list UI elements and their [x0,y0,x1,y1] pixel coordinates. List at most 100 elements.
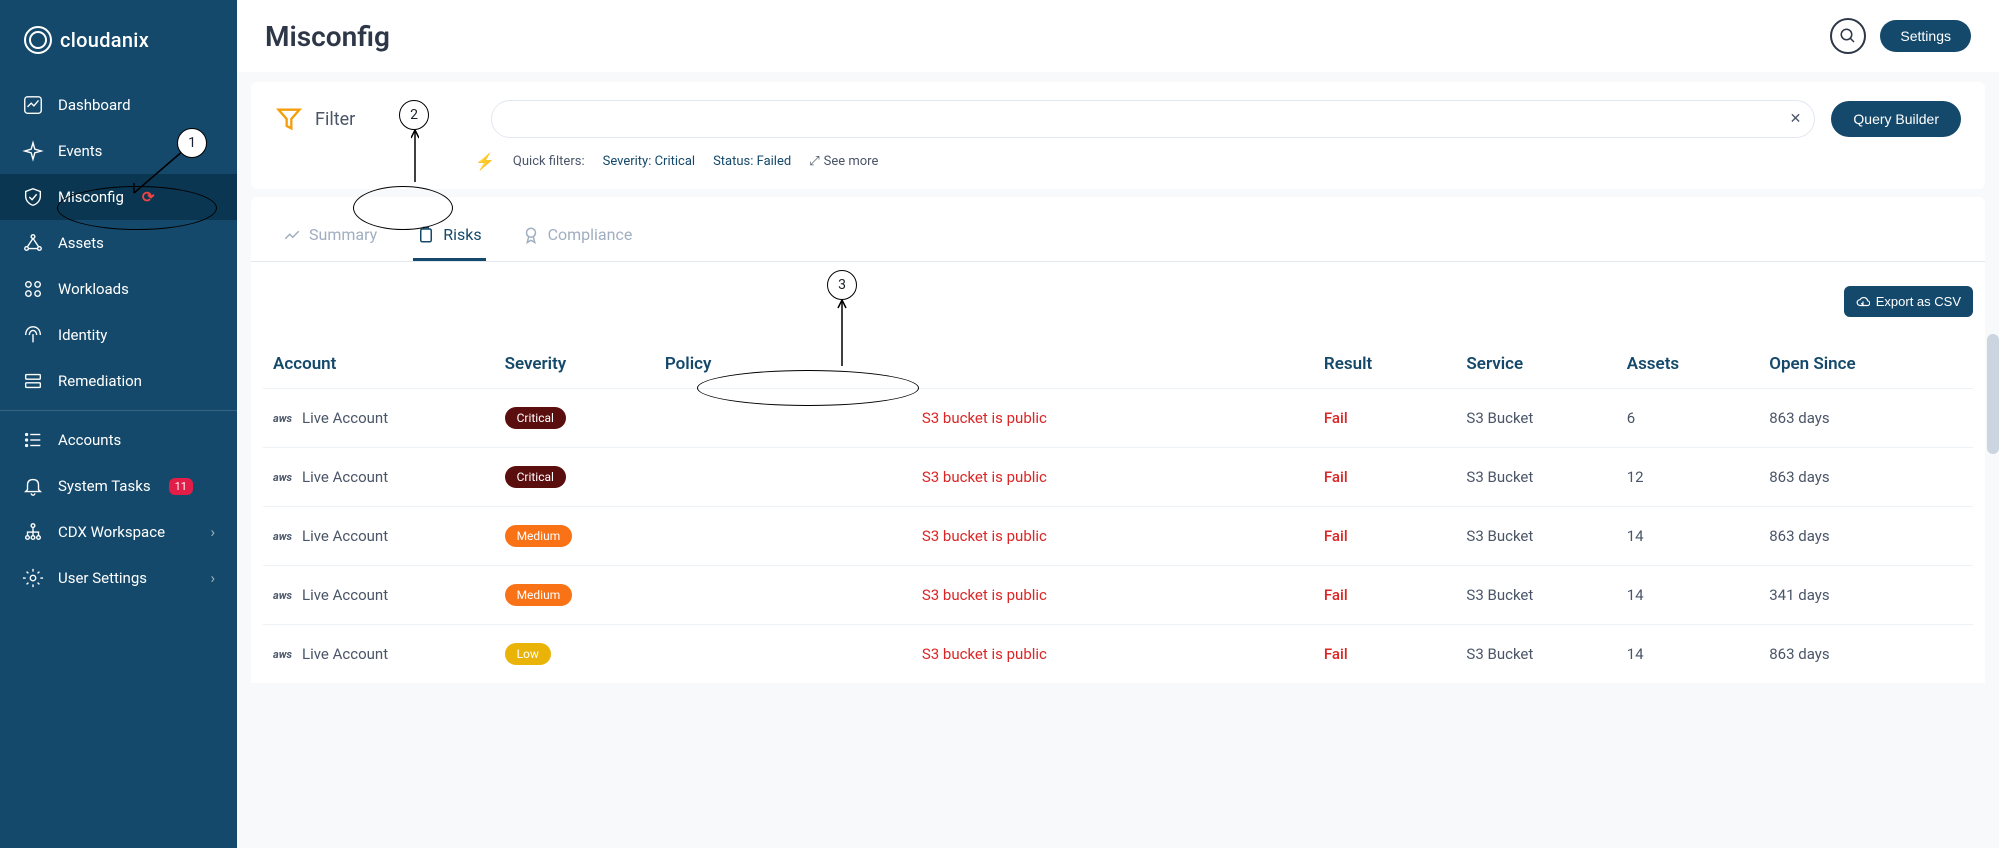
col-policy[interactable]: Policy [655,340,1314,389]
col-account[interactable]: Account [263,340,495,389]
tab-compliance[interactable]: Compliance [518,215,637,261]
search-icon [1839,27,1857,45]
table-row[interactable]: awsLive Account Medium S3 bucket is publ… [263,566,1973,625]
export-csv-button[interactable]: Export as CSV [1844,286,1973,317]
table-row[interactable]: awsLive Account Critical S3 bucket is pu… [263,389,1973,448]
account-cell: awsLive Account [273,645,485,663]
open-since-cell: 863 days [1759,389,1973,448]
table-toolbar: Export as CSV [251,262,1985,322]
scrollbar-thumb[interactable] [1987,334,1999,454]
sidebar-item-remediation[interactable]: Remediation [0,358,237,404]
risks-table: Account Severity Policy Result Service A… [263,340,1973,683]
refresh-icon: ⟳ [142,188,155,206]
service-cell: S3 Bucket [1456,507,1616,566]
chevron-right-icon: › [210,569,215,587]
filter-heading: Filter [275,105,355,133]
result-cell: Fail [1314,448,1457,507]
sidebar-nav: Dashboard Events Misconfig ⟳ Assets Work… [0,82,237,601]
tabs: Summary Risks Compliance [251,197,1985,262]
settings-button[interactable]: Settings [1880,20,1971,52]
sidebar-item-misconfig[interactable]: Misconfig ⟳ [0,174,237,220]
account-cell: awsLive Account [273,586,485,604]
severity-pill: Critical [505,466,566,488]
policy-cell: S3 bucket is public [655,507,1314,566]
aws-logo-icon: aws [273,530,292,543]
table-row[interactable]: awsLive Account Medium S3 bucket is publ… [263,507,1973,566]
sidebar-item-label: Remediation [58,372,142,390]
aws-logo-icon: aws [273,648,292,661]
sidebar-item-cdx-workspace[interactable]: CDX Workspace › [0,509,237,555]
severity-pill: Medium [505,584,573,606]
sidebar-item-label: Assets [58,234,104,252]
table-row[interactable]: awsLive Account Low S3 bucket is public … [263,625,1973,684]
award-icon [522,226,540,244]
col-service[interactable]: Service [1456,340,1616,389]
account-cell: awsLive Account [273,527,485,545]
tab-summary[interactable]: Summary [279,215,381,261]
global-search-button[interactable] [1830,18,1866,54]
quick-filter-status[interactable]: Status: Failed [713,154,791,169]
open-since-cell: 863 days [1759,507,1973,566]
sidebar-item-dashboard[interactable]: Dashboard [0,82,237,128]
assets-cell: 12 [1617,448,1760,507]
sidebar-item-label: CDX Workspace [58,523,165,541]
sidebar-item-user-settings[interactable]: User Settings › [0,555,237,601]
policy-cell: S3 bucket is public [655,389,1314,448]
sidebar-item-events[interactable]: Events [0,128,237,174]
sidebar-item-workloads[interactable]: Workloads [0,266,237,312]
service-cell: S3 Bucket [1456,625,1616,684]
quick-filters-row: ⚡ Quick filters: Severity: Critical Stat… [475,152,1961,171]
query-builder-button[interactable]: Query Builder [1831,101,1961,137]
result-cell: Fail [1314,389,1457,448]
see-more-label: See more [824,154,879,169]
assets-cell: 6 [1617,389,1760,448]
assets-cell: 14 [1617,566,1760,625]
policy-cell: S3 bucket is public [655,625,1314,684]
fingerprint-icon [22,324,44,346]
brand-logo-icon [24,26,52,54]
col-severity[interactable]: Severity [495,340,655,389]
sidebar-item-label: System Tasks [58,477,151,495]
chevron-right-icon: › [210,523,215,541]
aws-logo-icon: aws [273,471,292,484]
clear-filter-button[interactable]: ✕ [1790,111,1802,127]
sidebar-item-label: User Settings [58,569,147,587]
list-icon [22,429,44,451]
sidebar-item-identity[interactable]: Identity [0,312,237,358]
expand-icon: ⤢ [809,154,819,169]
topbar: Misconfig Settings [237,0,1999,72]
quick-filter-severity[interactable]: Severity: Critical [603,154,695,169]
chart-line-icon [22,94,44,116]
brand-name: cloudanix [60,28,149,52]
sidebar-item-accounts[interactable]: Accounts [0,417,237,463]
see-more-button[interactable]: ⤢ See more [809,154,878,169]
tab-risks[interactable]: Risks [413,215,485,261]
tab-label: Compliance [548,225,633,244]
account-cell: awsLive Account [273,468,485,486]
severity-pill: Low [505,643,551,665]
table-row[interactable]: awsLive Account Critical S3 bucket is pu… [263,448,1973,507]
chart-icon [283,226,301,244]
sparkle-icon [22,140,44,162]
col-result[interactable]: Result [1314,340,1457,389]
risks-table-wrap: Account Severity Policy Result Service A… [251,322,1985,683]
account-cell: awsLive Account [273,409,485,427]
sidebar-item-assets[interactable]: Assets [0,220,237,266]
severity-pill: Medium [505,525,573,547]
sidebar-item-system-tasks[interactable]: System Tasks 11 [0,463,237,509]
aws-logo-icon: aws [273,412,292,425]
bolt-icon: ⚡ [475,152,495,171]
bell-icon [22,475,44,497]
network-icon [22,232,44,254]
col-assets[interactable]: Assets [1617,340,1760,389]
open-since-cell: 863 days [1759,625,1973,684]
page-title: Misconfig [265,20,390,53]
col-open-since[interactable]: Open Since [1759,340,1973,389]
top-actions: Settings [1830,18,1971,54]
filter-input[interactable] [491,100,1815,138]
sidebar-item-label: Identity [58,326,107,344]
filter-label-text: Filter [315,109,355,130]
main-content: Misconfig Settings Filter ✕ [237,0,1999,848]
severity-pill: Critical [505,407,566,429]
policy-cell: S3 bucket is public [655,566,1314,625]
